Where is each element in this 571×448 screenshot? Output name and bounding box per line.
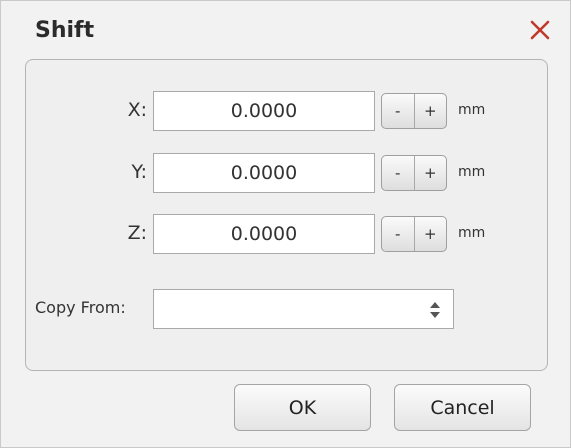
y-unit: mm: [458, 164, 486, 180]
z-input[interactable]: [153, 214, 375, 254]
z-stepper: - +: [381, 216, 447, 252]
y-input[interactable]: [153, 153, 375, 193]
x-label: X:: [127, 99, 147, 121]
z-unit: mm: [458, 225, 486, 241]
x-decrement-button[interactable]: -: [382, 94, 414, 128]
y-stepper: - +: [381, 155, 447, 191]
updown-arrows-icon: [429, 301, 441, 319]
x-input[interactable]: [153, 91, 375, 131]
x-increment-button[interactable]: +: [415, 94, 447, 128]
cancel-button[interactable]: Cancel: [394, 384, 531, 431]
x-stepper: - +: [381, 93, 447, 129]
z-decrement-button[interactable]: -: [382, 217, 414, 251]
copy-from-select[interactable]: [153, 289, 454, 329]
copy-from-label: Copy From:: [35, 298, 126, 317]
close-icon[interactable]: [525, 15, 555, 45]
shift-dialog: Shift X: - + mm Y: - + mm Z: - + mm Copy…: [0, 0, 571, 448]
y-increment-button[interactable]: +: [415, 156, 447, 190]
x-unit: mm: [458, 102, 486, 118]
dialog-title: Shift: [35, 18, 95, 43]
ok-button[interactable]: OK: [234, 384, 371, 431]
z-increment-button[interactable]: +: [415, 217, 447, 251]
z-label: Z:: [127, 222, 147, 244]
y-decrement-button[interactable]: -: [382, 156, 414, 190]
y-label: Y:: [131, 161, 147, 183]
